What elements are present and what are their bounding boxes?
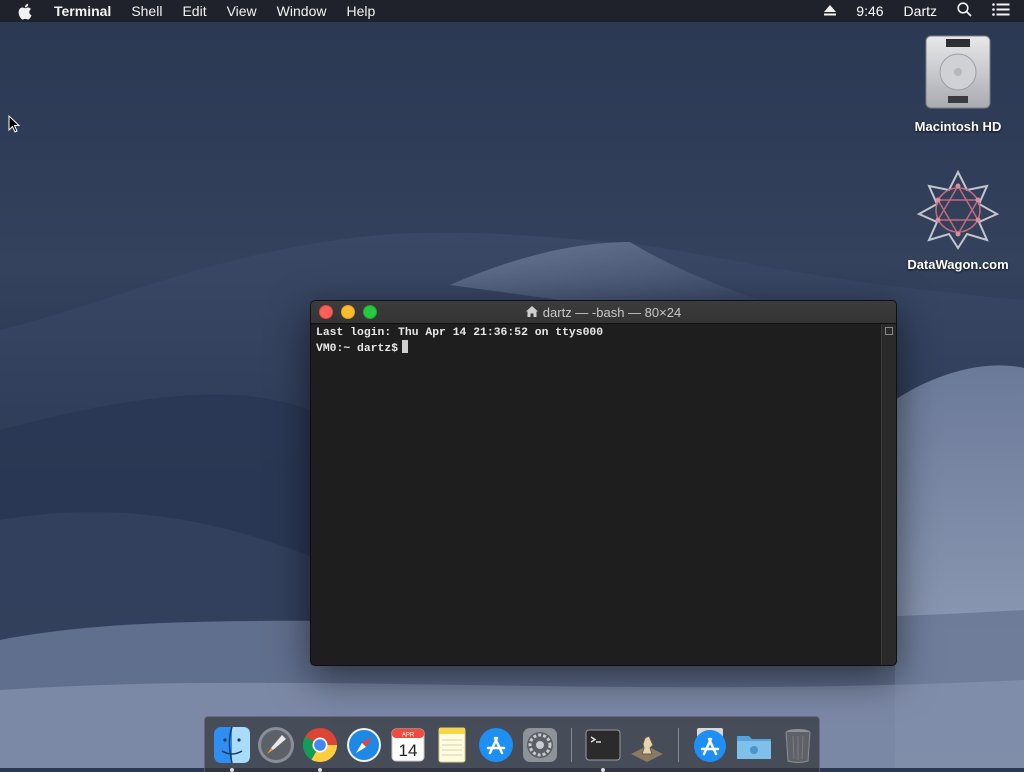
dock-folder[interactable] [735,726,773,764]
datawagon-logo-icon [903,168,1013,253]
dock-system-preferences[interactable] [521,726,559,764]
home-folder-icon [525,305,538,320]
downloads-stack-icon [694,727,726,762]
dock: APR 14 [204,716,820,772]
menu-view[interactable]: View [227,3,257,19]
mouse-pointer-icon [8,114,21,138]
dock-launchpad[interactable] [257,726,295,764]
calendar-icon: APR 14 [391,728,425,761]
calendar-month: APR [402,732,415,738]
dock-chrome[interactable] [301,726,339,772]
safari-icon [347,727,381,762]
terminal-cursor [402,340,409,353]
terminal-content[interactable]: Last login: Thu Apr 14 21:36:52 on ttys0… [311,324,882,665]
hard-drive-icon [903,32,1013,115]
menubar-user[interactable]: Dartz [904,3,937,19]
menu-terminal[interactable]: Terminal [54,3,111,19]
desktop-icon-label: DataWagon.com [907,257,1009,272]
running-indicator [230,767,234,772]
eject-icon[interactable] [824,3,837,19]
desktop-icon-label: Macintosh HD [914,119,1002,134]
menu-edit[interactable]: Edit [182,3,206,19]
scrollbar[interactable] [881,324,896,665]
menu-shell[interactable]: Shell [131,3,162,19]
running-indicator [601,767,605,772]
launchpad-icon [258,726,294,763]
folder-icon [737,735,771,759]
app-store-icon [479,727,513,762]
dock-downloads-stack[interactable] [691,726,729,764]
dock-app-store[interactable] [477,726,515,764]
finder-icon [214,726,250,763]
spotlight-search-icon[interactable] [957,2,972,20]
calendar-day: 14 [399,741,418,760]
trash-icon [785,728,811,763]
terminal-window[interactable]: dartz — -bash — 80×24 Last login: Thu Ap… [310,300,897,666]
notification-center-icon[interactable] [992,3,1010,19]
notes-icon [438,727,466,762]
window-titlebar[interactable]: dartz — -bash — 80×24 [311,301,896,324]
dock-terminal[interactable] [584,726,622,772]
desktop-icon-datawagon[interactable]: DataWagon.com [903,168,1013,272]
terminal-prompt-line: VM0:~ dartz$ [316,340,877,356]
system-preferences-icon [523,727,557,762]
chrome-icon [303,727,337,762]
dock-separator [571,727,572,762]
terminal-prompt: VM0:~ dartz$ [316,343,399,355]
menu-help[interactable]: Help [346,3,375,19]
dock-separator [678,727,679,762]
desktop-icon-macintosh-hd[interactable]: Macintosh HD [903,32,1013,134]
running-indicator [318,767,322,772]
menu-window[interactable]: Window [277,3,327,19]
window-title: dartz — -bash — 80×24 [311,305,896,320]
apple-menu-icon[interactable] [17,3,39,20]
dock-safari[interactable] [345,726,383,764]
dock-chess[interactable] [628,726,666,764]
split-pane-handle-icon[interactable] [885,327,893,335]
menu-bar: Terminal Shell Edit View Window Help 9:4… [0,0,1024,22]
terminal-line: Last login: Thu Apr 14 21:36:52 on ttys0… [316,327,604,339]
menubar-clock[interactable]: 9:46 [856,3,883,19]
chess-icon [631,734,663,762]
dock-finder[interactable] [213,726,251,772]
dock-trash[interactable] [779,726,817,764]
dock-notes[interactable] [433,726,471,764]
window-title-text: dartz — -bash — 80×24 [542,304,682,320]
terminal-icon [585,729,621,760]
dock-calendar[interactable]: APR 14 [389,726,427,764]
